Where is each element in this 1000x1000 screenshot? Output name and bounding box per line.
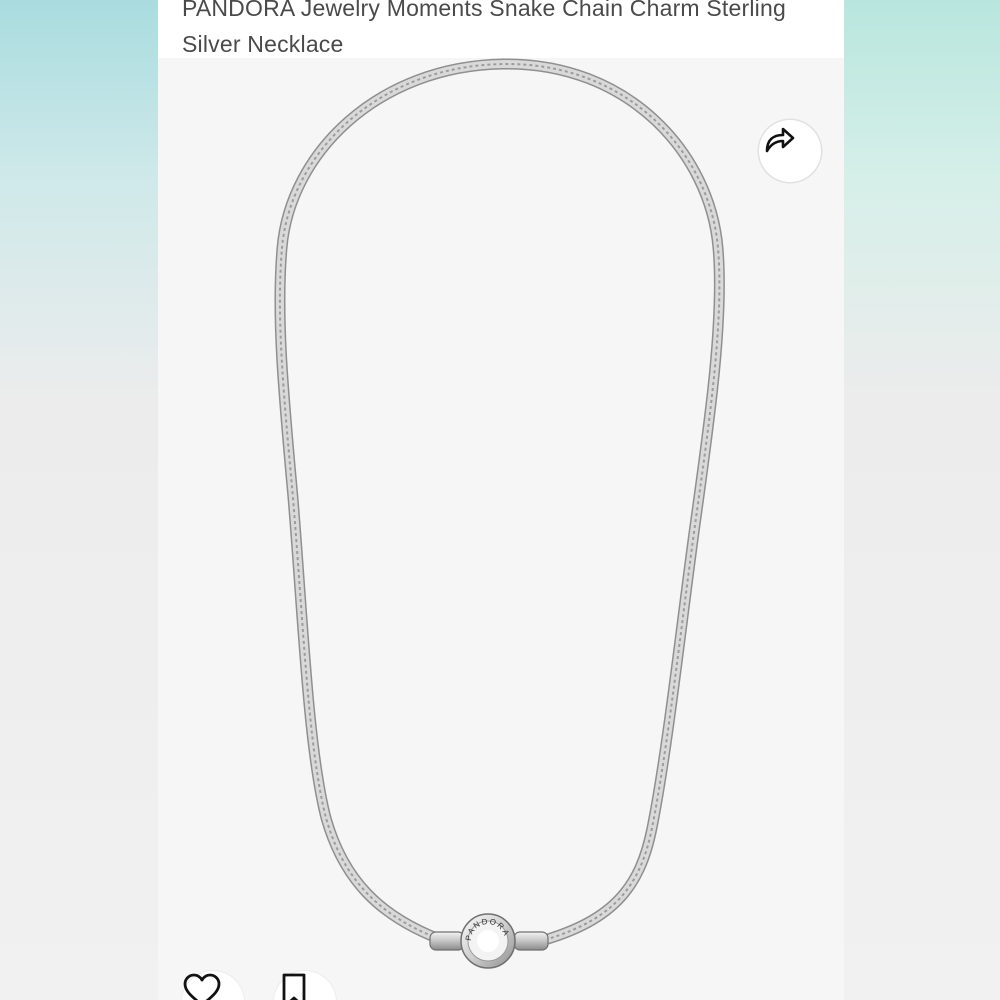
product-card: PANDORA Jewelry Moments Snake Chain Char…	[158, 0, 844, 1000]
product-title-bar: PANDORA Jewelry Moments Snake Chain Char…	[158, 0, 844, 58]
share-button[interactable]	[759, 120, 821, 182]
clasp-end-tube-left	[429, 931, 465, 951]
background-left-gradient	[0, 0, 160, 1000]
product-title[interactable]: PANDORA Jewelry Moments Snake Chain Char…	[182, 0, 822, 58]
heart-outline-icon	[183, 973, 221, 1000]
product-title-line-1: PANDORA Jewelry Moments Snake Chain Char…	[182, 0, 786, 21]
clasp-end-tube-right	[513, 931, 549, 951]
share-arrow-icon	[765, 127, 795, 153]
background-right-gradient	[842, 0, 1000, 1000]
necklace-illustration: PANDORA	[274, 58, 725, 969]
product-image[interactable]: PANDORA	[158, 58, 844, 1000]
product-title-line-2: Silver Necklace	[182, 31, 344, 57]
bookmark-outline-icon	[282, 973, 306, 1000]
